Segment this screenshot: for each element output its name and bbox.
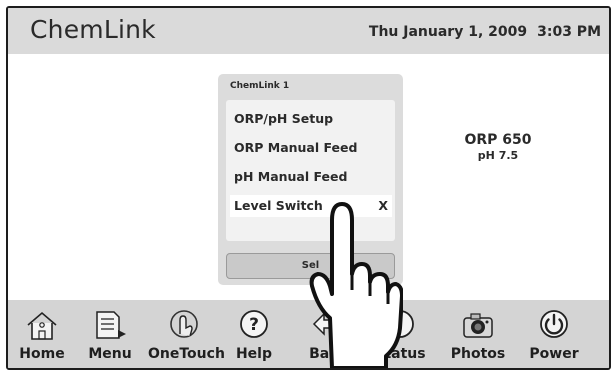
nav-label: Home (19, 346, 65, 362)
nav-label: Photos (450, 346, 506, 362)
pointing-hand-icon (309, 202, 403, 368)
camera-icon (463, 313, 493, 338)
time-label: 3:03 PM (537, 24, 601, 40)
home-icon (27, 311, 57, 340)
nav-label: Help (235, 346, 273, 362)
orp-reading: ORP 650 (464, 132, 532, 148)
nav-label: Menu (88, 346, 132, 362)
menu-item-label: ORP Manual Feed (234, 140, 358, 155)
menu-item-orp-ph-setup[interactable]: ORP/pH Setup (234, 108, 390, 130)
menu-item-label: pH Manual Feed (234, 169, 348, 184)
nav-help-button[interactable]: ? Help (224, 300, 284, 368)
nav-label: OneTouch (148, 346, 225, 362)
nav-label: Power (529, 346, 579, 362)
menu-item-label: ORP/pH Setup (234, 111, 334, 126)
menu-item-ph-manual-feed[interactable]: pH Manual Feed (234, 166, 390, 188)
onetouch-icon (170, 310, 198, 338)
dialog-title: ChemLink 1 (230, 81, 290, 91)
nav-photos-button[interactable]: Photos (448, 300, 508, 368)
nav-menu-button[interactable]: Menu (80, 300, 140, 368)
datetime-display: Thu January 1, 2009 3:03 PM (369, 24, 601, 40)
svg-text:?: ? (249, 315, 259, 335)
power-icon (540, 310, 568, 338)
sensor-readings: ORP 650 pH 7.5 (458, 132, 538, 162)
app-brand: ChemLink (30, 15, 156, 44)
ph-reading: pH 7.5 (477, 149, 519, 162)
nav-onetouch-button[interactable]: OneTouch (148, 300, 225, 368)
menu-item-orp-manual-feed[interactable]: ORP Manual Feed (234, 137, 390, 159)
help-icon: ? (240, 310, 268, 338)
date-label: Thu January 1, 2009 (368, 24, 528, 40)
nav-home-button[interactable]: Home (12, 300, 72, 368)
menu-icon (96, 311, 126, 339)
nav-power-button[interactable]: Power (524, 300, 584, 368)
header-bar: ChemLink Thu January 1, 2009 3:03 PM (8, 8, 609, 54)
